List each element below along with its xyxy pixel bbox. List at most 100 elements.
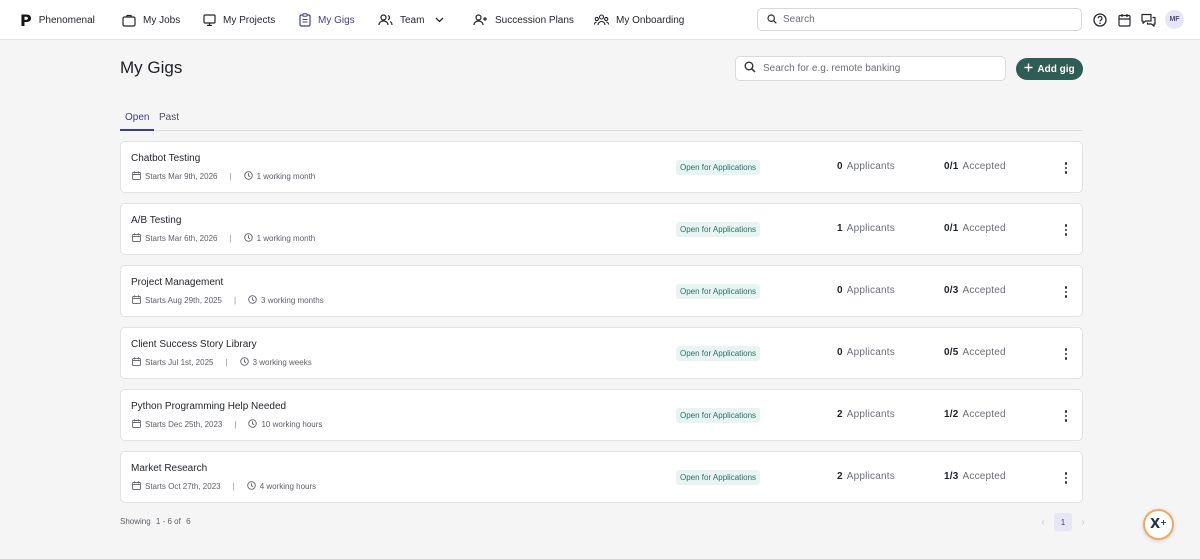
gig-duration: 4 working hours xyxy=(259,482,317,491)
gig-card[interactable]: Project Management Starts Aug 29th, 2025 |… xyxy=(120,265,1083,317)
gig-duration: 1 working month xyxy=(256,172,316,181)
pagination-summary: Showing 1 - 6 of 6 xyxy=(120,517,191,526)
nav-my-gigs[interactable]: My Gigs xyxy=(299,0,355,40)
gig-meta: Starts Aug 29th, 2025 | 3 working months xyxy=(132,295,324,306)
brand-logo[interactable]: P Phenomenal xyxy=(20,0,95,40)
plus-icon xyxy=(1024,63,1033,75)
gig-start-date: Starts Mar 6th, 2026 xyxy=(145,234,218,243)
applicants-count[interactable]: 1 Applicants xyxy=(837,223,895,234)
calendar-icon xyxy=(132,295,141,306)
gig-card[interactable]: A/B Testing Starts Mar 6th, 2026 | 1 workin… xyxy=(120,203,1083,255)
gig-title[interactable]: A/B Testing xyxy=(131,215,181,226)
gig-start-date: Starts Oct 27th, 2023 xyxy=(145,482,221,491)
nav-my-projects[interactable]: My Projects xyxy=(203,0,275,40)
applicants-count[interactable]: 0 Applicants xyxy=(837,285,895,296)
gig-start-date: Starts Jul 1st, 2025 xyxy=(145,358,214,367)
more-options-icon[interactable] xyxy=(1059,159,1073,177)
showing-total: 6 xyxy=(186,517,191,526)
applicants-number: 2 xyxy=(837,409,843,420)
gig-card[interactable]: Python Programming Help Needed Starts Dec… xyxy=(120,389,1083,441)
nav-succession-plans-label: Succession Plans xyxy=(495,14,574,26)
gig-title[interactable]: Chatbot Testing xyxy=(131,153,200,164)
nav-my-onboarding[interactable]: My Onboarding xyxy=(594,0,684,40)
clock-icon xyxy=(239,357,249,368)
applicants-count[interactable]: 0 Applicants xyxy=(837,161,895,172)
gig-duration: 10 working hours xyxy=(261,420,323,429)
nav-my-projects-label: My Projects xyxy=(223,14,276,26)
team-icon xyxy=(378,14,393,26)
accepted-label: Accepted xyxy=(962,285,1006,296)
nav-my-jobs-label: My Jobs xyxy=(143,14,181,26)
applicants-count[interactable]: 2 Applicants xyxy=(837,409,895,420)
nav-team[interactable]: Team xyxy=(378,0,444,40)
accepted-count: 1/3 Accepted xyxy=(944,471,1006,482)
chevron-right-icon[interactable]: › xyxy=(1076,513,1090,531)
more-options-icon[interactable] xyxy=(1059,283,1073,301)
page-button[interactable]: 1 xyxy=(1054,513,1072,531)
chevron-left-icon[interactable]: ‹ xyxy=(1036,513,1050,531)
search-icon xyxy=(744,60,756,78)
gig-title[interactable]: Project Management xyxy=(131,277,223,288)
gig-duration: 3 working months xyxy=(261,296,324,305)
add-gig-button[interactable]: Add gig xyxy=(1016,58,1083,80)
gig-start-date: Starts Dec 25th, 2023 xyxy=(145,420,223,429)
briefcase-icon xyxy=(122,14,136,27)
gig-search-input[interactable] xyxy=(763,63,993,74)
assistant-launcher-icon[interactable]: X + xyxy=(1143,509,1174,540)
applicants-count[interactable]: 0 Applicants xyxy=(837,347,895,358)
global-search-input[interactable] xyxy=(783,14,1063,25)
applicants-label: Applicants xyxy=(846,347,895,358)
accepted-number: 0/1 xyxy=(944,161,959,172)
more-options-icon[interactable] xyxy=(1059,345,1073,363)
more-options-icon[interactable] xyxy=(1059,407,1073,425)
applicants-label: Applicants xyxy=(846,409,895,420)
status-badge: Open for Applications xyxy=(676,284,761,299)
calendar-icon[interactable] xyxy=(1117,12,1132,27)
chat-icon[interactable] xyxy=(1141,12,1156,27)
applicants-label: Applicants xyxy=(846,285,895,296)
more-options-icon[interactable] xyxy=(1059,469,1073,487)
gig-title[interactable]: Python Programming Help Needed xyxy=(131,401,286,412)
brand-name: Phenomenal xyxy=(38,14,95,26)
accepted-count: 0/1 Accepted xyxy=(944,161,1006,172)
applicants-label: Applicants xyxy=(846,223,895,234)
status-badge: Open for Applications xyxy=(676,408,761,423)
applicants-count[interactable]: 2 Applicants xyxy=(837,471,895,482)
gig-meta: Starts Dec 25th, 2023 | 10 working hours xyxy=(132,419,322,430)
monitor-icon xyxy=(203,14,216,26)
nav-my-gigs-label: My Gigs xyxy=(318,14,355,26)
help-icon[interactable] xyxy=(1092,12,1107,27)
group-icon xyxy=(594,14,609,26)
gig-card[interactable]: Chatbot Testing Starts Mar 9th, 2026 | 1 wo… xyxy=(120,141,1083,193)
clipboard-icon xyxy=(299,13,311,27)
gig-card[interactable]: Market Research Starts Oct 27th, 2023 | 4 w… xyxy=(120,451,1083,503)
gig-card[interactable]: Client Success Story Library Starts Jul 1… xyxy=(120,327,1083,379)
nav-my-jobs[interactable]: My Jobs xyxy=(122,0,180,40)
gig-search[interactable] xyxy=(735,56,1006,81)
calendar-icon xyxy=(132,419,141,430)
tab-open[interactable]: Open xyxy=(120,112,155,131)
accepted-number: 0/3 xyxy=(944,285,959,296)
chevron-down-icon xyxy=(435,17,444,23)
clock-icon xyxy=(243,233,253,244)
nav-succession-plans[interactable]: Succession Plans xyxy=(473,0,574,40)
status-badge: Open for Applications xyxy=(676,470,761,485)
accepted-count: 1/2 Accepted xyxy=(944,409,1006,420)
showing-label: Showing xyxy=(120,517,151,526)
gig-meta: Starts Mar 9th, 2026 | 1 working month xyxy=(132,171,315,182)
applicants-number: 0 xyxy=(837,347,843,358)
accepted-label: Accepted xyxy=(962,471,1006,482)
gig-title[interactable]: Client Success Story Library xyxy=(131,339,257,350)
divider: | xyxy=(225,358,228,367)
accepted-number: 1/3 xyxy=(944,471,959,482)
global-search[interactable] xyxy=(757,8,1082,31)
more-options-icon[interactable] xyxy=(1059,221,1073,239)
gig-meta: Starts Jul 1st, 2025 | 3 working weeks xyxy=(132,357,312,368)
user-avatar[interactable]: MF xyxy=(1165,10,1184,29)
divider: | xyxy=(229,234,232,243)
top-navigation: P Phenomenal My Jobs My Projects My Gigs… xyxy=(0,0,1200,40)
status-badge: Open for Applications xyxy=(676,346,761,361)
nav-team-label: Team xyxy=(400,14,425,26)
gig-title[interactable]: Market Research xyxy=(131,463,207,474)
tab-past[interactable]: Past xyxy=(159,112,179,131)
